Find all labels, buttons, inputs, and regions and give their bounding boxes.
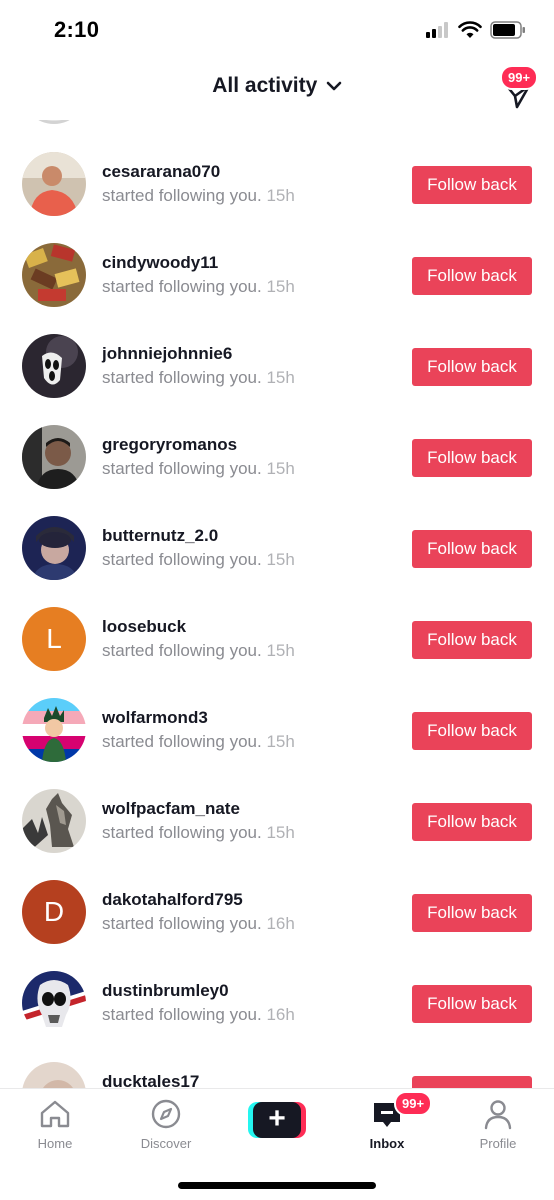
nav-home[interactable]: Home [15,1097,95,1151]
activity-list[interactable]: cesararana070 started following you. 15h… [0,108,554,1088]
username[interactable]: ducktales17 [102,1072,199,1088]
avatar-initial: D [43,896,65,927]
username[interactable]: cesararana070 [102,162,220,182]
home-icon [40,1100,70,1128]
wifi-icon [458,21,482,38]
avatar[interactable] [22,1062,86,1088]
create-button[interactable]: + [248,1102,306,1138]
compass-icon [151,1099,181,1129]
list-item[interactable]: gregoryromanos started following you. 15… [0,381,554,489]
username[interactable]: loosebuck [102,617,186,637]
list-item[interactable]: ducktales17 Follow back [0,1018,554,1088]
chevron-down-icon [326,81,342,91]
username[interactable]: gregoryromanos [102,435,237,455]
list-item[interactable]: butternutz_2.0 started following you. 15… [0,472,554,580]
nav-inbox-label: Inbox [369,1136,405,1151]
message-count-badge: 99+ [500,65,539,90]
nav-profile[interactable]: Profile [458,1097,538,1151]
home-indicator [178,1182,376,1189]
profile-icon [484,1100,512,1130]
username[interactable]: dakotahalford795 [102,890,243,910]
cellular-signal-icon [426,22,452,38]
nav-discover-label: Discover [140,1136,192,1151]
inbox-count-badge: 99+ [394,1091,433,1116]
page-title: All activity [212,74,318,97]
battery-icon [490,21,525,39]
nav-discover[interactable]: Discover [126,1097,206,1151]
username[interactable]: wolfarmond3 [102,708,208,728]
list-item[interactable]: wolfarmond3 started following you. 15h F… [0,654,554,762]
list-item[interactable]: johnniejohnnie6 started following you. 1… [0,290,554,398]
avatar-initial: L [46,623,62,654]
list-item[interactable]: dustinbrumley0 started following you. 16… [0,927,554,1035]
username[interactable]: johnniejohnnie6 [102,344,232,364]
header: All activity 99+ [0,60,554,120]
list-item[interactable]: D dakotahalford795 started following you… [0,836,554,944]
status-bar: 2:10 [0,0,554,60]
nav-home-label: Home [37,1136,73,1151]
username[interactable]: dustinbrumley0 [102,981,229,1001]
list-item[interactable]: wolfpacfam_nate started following you. 1… [0,745,554,853]
activity-filter-dropdown[interactable]: All activity [0,74,554,98]
plus-icon: + [268,1102,286,1135]
nav-profile-label: Profile [479,1136,517,1151]
list-item[interactable]: cesararana070 started following you. 15h… [0,108,554,216]
follow-back-button[interactable]: Follow back [412,1076,532,1088]
status-time: 2:10 [54,17,100,42]
list-item[interactable]: L loosebuck started following you. 15h F… [0,563,554,671]
username[interactable]: wolfpacfam_nate [102,799,240,819]
username[interactable]: butternutz_2.0 [102,526,218,546]
username[interactable]: cindywoody11 [102,253,218,273]
list-item[interactable]: cindywoody11 started following you. 15h … [0,199,554,307]
